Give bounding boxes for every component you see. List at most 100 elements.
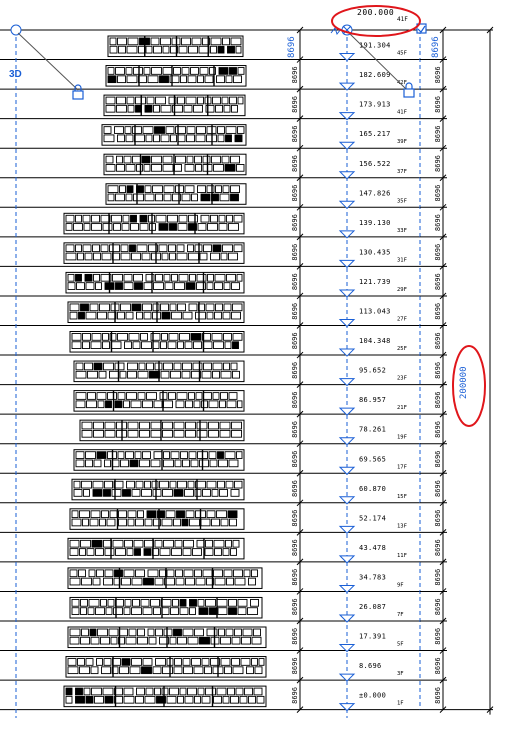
window-cell (97, 311, 107, 320)
window-cell (195, 577, 206, 586)
floor-dimension-value[interactable]: 8696 (291, 480, 299, 497)
floor-dimension-value[interactable]: 8696 (291, 392, 299, 409)
floor-dimension-value[interactable]: 8696 (291, 273, 299, 290)
floor-dimension-value[interactable]: 8696 (434, 244, 442, 261)
floor-dimension-value[interactable]: 8696 (291, 96, 299, 113)
floor-dimension-value[interactable]: 8696 (291, 362, 299, 379)
floor-dimension-value[interactable]: 8696 (434, 96, 442, 113)
window-cell (129, 459, 139, 468)
level-elevation[interactable]: 60.870 (359, 485, 386, 493)
level-elevation[interactable]: 173.913 (359, 101, 391, 109)
floor-dimension-value[interactable]: 8696 (291, 687, 299, 704)
floor-dimension-value[interactable]: 8696 (291, 303, 299, 320)
floor-dimension-value[interactable]: 8696 (434, 480, 442, 497)
floor-dimension-value[interactable]: 8696 (434, 214, 442, 231)
level-elevation[interactable]: 165.217 (359, 130, 391, 138)
view-label-3d[interactable]: 3D (9, 69, 22, 80)
floor-dimension-value[interactable]: 8696 (434, 155, 442, 172)
level-elevation[interactable]: 95.652 (359, 367, 386, 375)
floor-dimension-value[interactable]: 8696 (434, 569, 442, 586)
window-cell (119, 666, 129, 675)
grid-bubble[interactable] (10, 24, 22, 36)
floor-dimension-value[interactable]: 8696 (434, 539, 442, 556)
floor-dimension-value[interactable]: 8696 (434, 362, 442, 379)
level-elevation[interactable]: 104.348 (359, 337, 391, 345)
window-cell (126, 96, 135, 105)
floor-dimension-value[interactable]: 8696 (291, 539, 299, 556)
floor-dimension-value[interactable]: 8696 (434, 687, 442, 704)
window-cell (152, 185, 163, 193)
floor-dimension-value[interactable]: 8696 (434, 510, 442, 527)
window-cell (177, 223, 188, 231)
floor-dimension-value[interactable]: 8696 (434, 303, 442, 320)
level-elevation[interactable]: 121.739 (359, 278, 391, 286)
window-cell (132, 341, 141, 349)
level-elevation[interactable]: 191.304 (359, 42, 391, 50)
window-cell (124, 599, 132, 607)
lock-icon[interactable] (72, 84, 84, 100)
window-cell (136, 311, 143, 320)
window-cell (220, 636, 231, 645)
level-elevation[interactable]: 78.261 (359, 426, 386, 434)
window-cell (75, 244, 82, 253)
window-cell (225, 126, 237, 134)
floor-dimension-value[interactable]: 8696 (434, 273, 442, 290)
level-elevation[interactable]: 139.130 (359, 219, 391, 227)
top-dimension-value-right[interactable]: 8696 (431, 36, 441, 58)
floor-dimension-value[interactable]: 8696 (291, 628, 299, 645)
floor-dimension-value[interactable]: 8696 (434, 657, 442, 674)
floor-dimension-value[interactable]: 8696 (434, 66, 442, 83)
floor-dimension-value[interactable]: 8696 (291, 421, 299, 438)
window-cell (197, 223, 207, 231)
window-cell (202, 489, 211, 497)
level-elevation[interactable]: 182.609 (359, 71, 391, 79)
level-elevation[interactable]: 52.174 (359, 514, 386, 522)
level-elevation[interactable]: 156.522 (359, 160, 391, 168)
window-cell (200, 518, 211, 527)
floor-dimension-value[interactable]: 8696 (434, 332, 442, 349)
floor-dimension-value[interactable]: 8696 (291, 569, 299, 586)
level-elevation[interactable]: 34.783 (359, 573, 386, 581)
floor-dimension-value[interactable]: 8696 (434, 185, 442, 202)
floor-dimension-value[interactable]: 8696 (291, 126, 299, 143)
level-elevation[interactable]: 8.696 (359, 662, 382, 670)
floor-dimension-value[interactable]: 8696 (291, 657, 299, 674)
window-cell (126, 75, 138, 84)
floor-dimension-value[interactable]: 8696 (291, 510, 299, 527)
floor-dimension-value[interactable]: 8696 (291, 598, 299, 615)
floor-dimension-value[interactable]: 8696 (291, 155, 299, 172)
level-elevation[interactable]: 113.043 (359, 308, 391, 316)
window-cell (135, 518, 144, 527)
window-cell (89, 628, 97, 637)
floor-dimension-value[interactable]: 8696 (291, 451, 299, 468)
floor-dimension-value[interactable]: 8696 (291, 185, 299, 202)
elevation-drawing[interactable]: 8696 8696 8696 8696 8696 8696 8696 8696 8696 8696… (0, 0, 521, 731)
floor-dimension-value[interactable]: 8696 (434, 628, 442, 645)
level-elevation[interactable]: 69.565 (359, 455, 386, 463)
top-level-elevation[interactable]: 200.000 (357, 8, 394, 17)
top-dimension-value-left[interactable]: 8696 (287, 36, 297, 58)
window-cell (133, 273, 143, 282)
floor-dimension-value[interactable]: 8696 (291, 214, 299, 231)
floor-dimension-value[interactable]: 8696 (434, 392, 442, 409)
floor-dimension-value[interactable]: 8696 (434, 126, 442, 143)
window-cell (96, 392, 107, 400)
floor-dimension-value[interactable]: 8696 (291, 66, 299, 83)
window-cell (118, 45, 126, 54)
floor-dimension-value[interactable]: 8696 (434, 451, 442, 468)
floor-dimension-value[interactable]: 8696 (434, 421, 442, 438)
level-elevation[interactable]: 86.957 (359, 396, 386, 404)
floor-dimension-value[interactable]: 8696 (291, 332, 299, 349)
floor-dimension-value[interactable]: 8696 (434, 598, 442, 615)
elevation-view[interactable]: 8696 8696 8696 8696 8696 8696 8696 8696 8696 8696… (0, 0, 521, 731)
floor-dimension-value[interactable]: 8696 (291, 244, 299, 261)
level-elevation[interactable]: 26.087 (359, 603, 386, 611)
level-elevation[interactable]: 130.435 (359, 248, 391, 256)
lock-icon[interactable] (403, 82, 415, 98)
window-cell (194, 695, 201, 704)
level-elevation[interactable]: 43.478 (359, 544, 386, 552)
level-elevation[interactable]: ±0.000 (359, 692, 386, 700)
level-elevation[interactable]: 17.391 (359, 633, 386, 641)
overall-dimension-value[interactable]: 200000 (459, 366, 469, 399)
level-elevation[interactable]: 147.826 (359, 189, 391, 197)
